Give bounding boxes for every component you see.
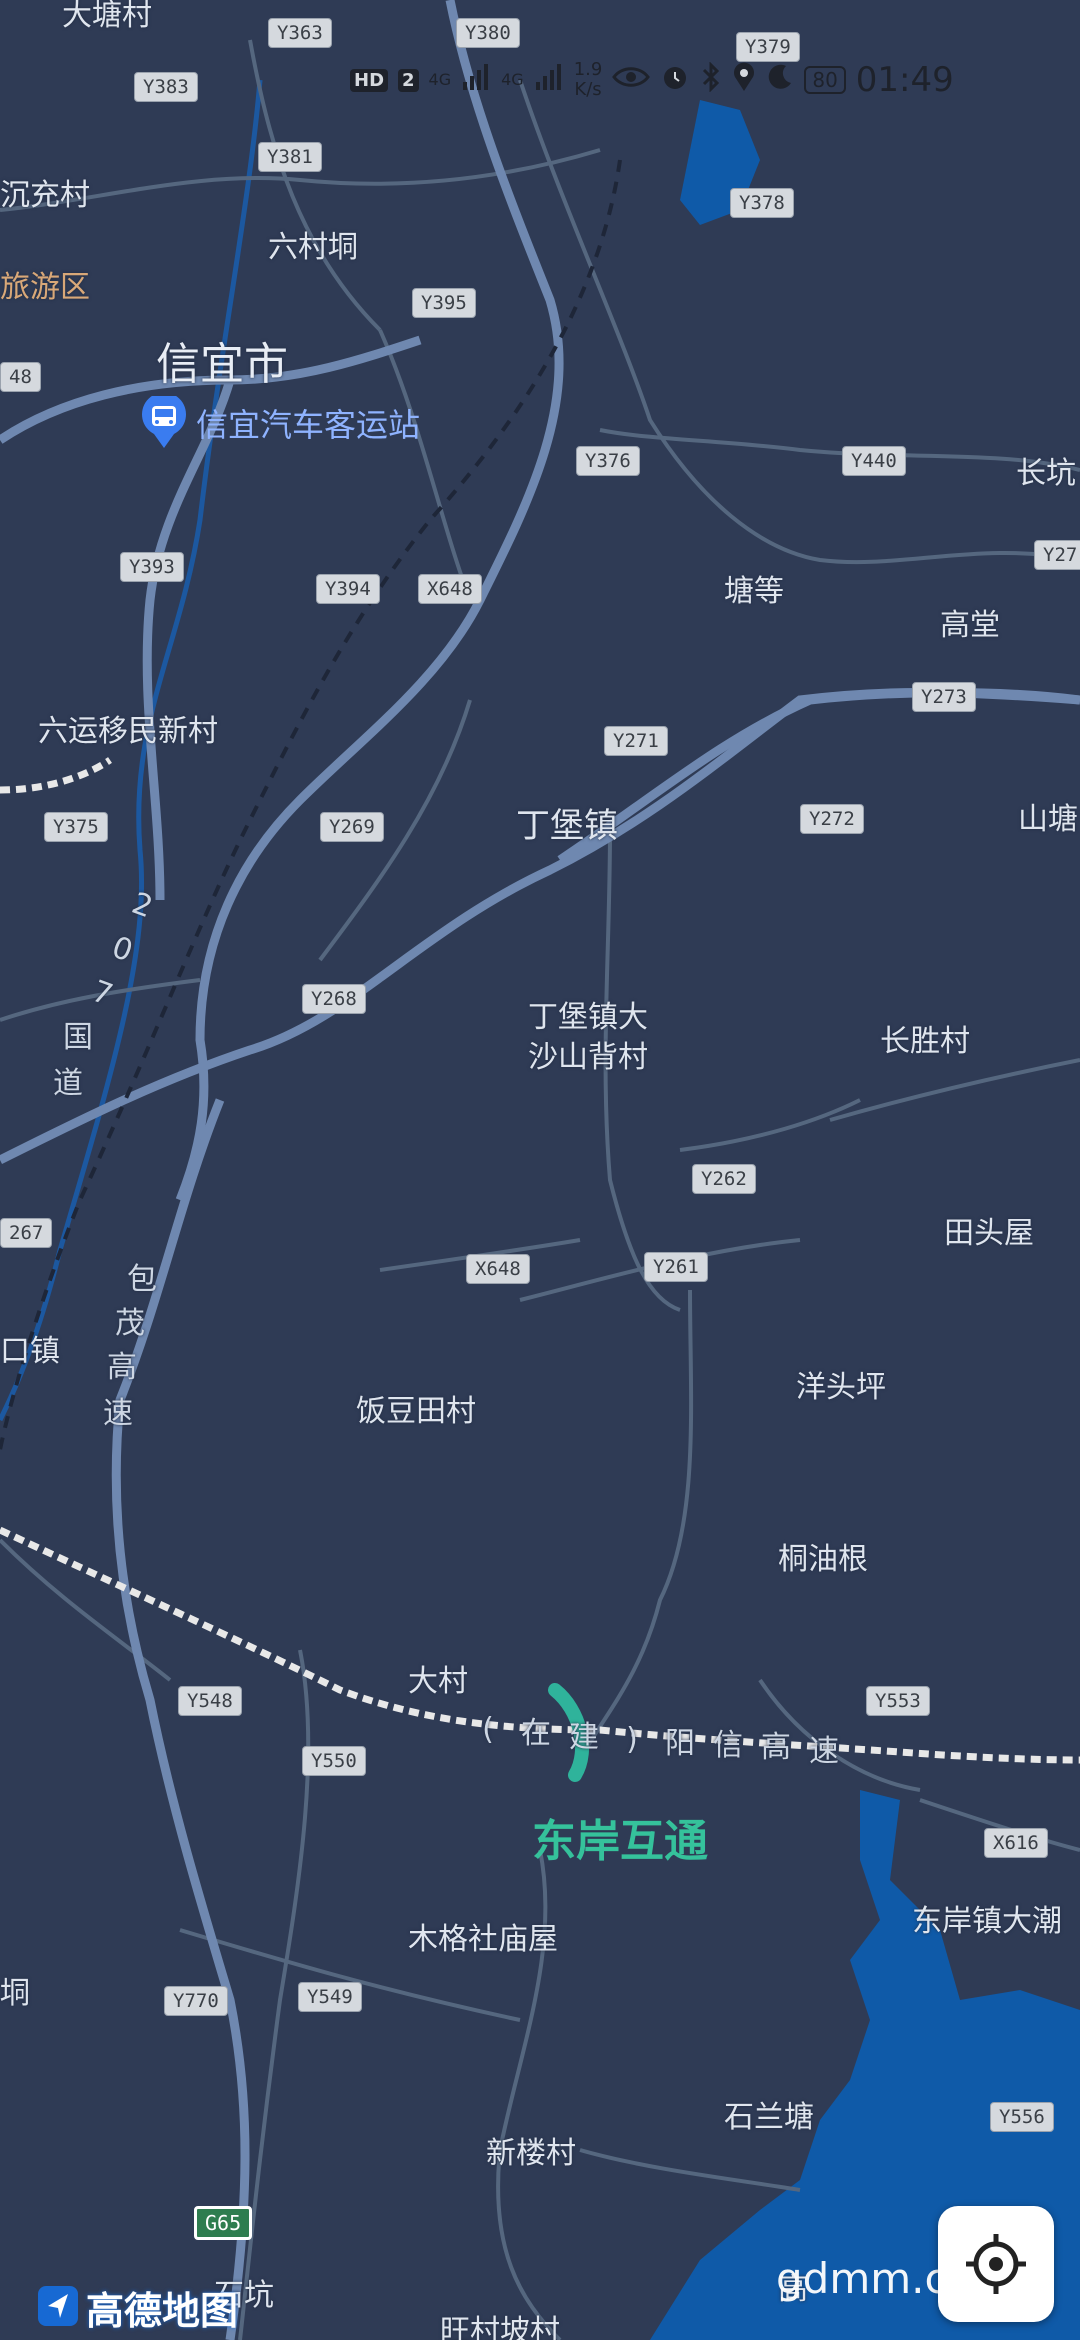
eye-icon [612, 63, 651, 98]
network-4g-2: 4G [501, 70, 524, 89]
place-dingbao[interactable]: 丁堡镇 [516, 798, 618, 847]
road-shield[interactable]: Y269 [320, 812, 384, 842]
speed-unit: K/s [574, 79, 602, 100]
map-canvas[interactable]: 大塘村 沉充村 旅游区 信宜市 六村垌 塘等 高堂 长坑 六运移民新村 丁堡镇 … [0, 0, 1080, 2340]
network-speed: 1.9 K/s [574, 60, 603, 100]
road-shield[interactable]: Y548 [178, 1686, 242, 1716]
place-tongyougen[interactable]: 桐油根 [778, 1534, 868, 1578]
bluetooth-icon [700, 61, 722, 98]
place-changsheng[interactable]: 长胜村 [880, 1016, 970, 1060]
place-liucundong[interactable]: 六村垌 [268, 222, 358, 266]
amap-logo-icon [36, 2284, 80, 2332]
road-shield[interactable]: Y262 [692, 1164, 756, 1194]
hd-number: 2 [398, 68, 419, 92]
highway-label-baomao-char: 速 [103, 1396, 133, 1431]
place-shilantang[interactable]: 石兰塘 [724, 2092, 814, 2136]
road-shield[interactable]: Y261 [644, 1252, 708, 1282]
place-kouzhen[interactable]: 口镇 [0, 1326, 60, 1370]
road-shield[interactable]: Y381 [258, 142, 322, 172]
road-shield[interactable]: Y770 [164, 1986, 228, 2016]
highway-label-207-char: 国 [63, 1020, 93, 1055]
place-dong-left[interactable]: 垌 [0, 1968, 30, 2012]
location-icon [732, 62, 756, 98]
highway-label-baomao-char: 茂 [115, 1306, 145, 1341]
road-shield[interactable]: Y380 [456, 18, 520, 48]
amap-logo[interactable]: 高德地图 [36, 2280, 238, 2335]
road-shield[interactable]: Y394 [316, 574, 380, 604]
amap-logo-text: 高德地图 [86, 2289, 239, 2333]
place-liuyun[interactable]: 六运移民新村 [38, 706, 218, 750]
road-shield[interactable]: Y273 [912, 682, 976, 712]
highway-label-baomao-char: 高 [107, 1350, 137, 1385]
place-shashanbei-line2[interactable]: 沙山背村 [528, 1032, 648, 1076]
road-shield[interactable]: Y268 [302, 984, 366, 1014]
place-chenchong[interactable]: 沉充村 [0, 170, 90, 214]
road-shield[interactable]: Y378 [730, 188, 794, 218]
place-xinyi[interactable]: 信宜市 [156, 328, 288, 392]
network-4g-1: 4G [428, 70, 452, 89]
place-changkeng[interactable]: 长坑 [1016, 448, 1076, 492]
road-shield[interactable]: Y393 [120, 552, 184, 582]
highway-label-baomao-char: 包 [127, 1262, 157, 1297]
road-shield[interactable]: Y395 [412, 288, 476, 318]
place-tangdeng[interactable]: 塘等 [724, 566, 784, 610]
highway-label-yangxin-char: 建 [569, 1720, 599, 1755]
status-bar: HD 2 4G 4G 1.9 K/s 80 01:49 [350, 50, 954, 110]
road-shield[interactable]: 267 [0, 1218, 53, 1248]
place-shashanbei-line1[interactable]: 丁堡镇大 [528, 992, 648, 1036]
road-shield[interactable]: Y376 [576, 446, 640, 476]
road-shield[interactable]: X648 [418, 574, 482, 604]
road-shield[interactable]: Y272 [800, 804, 864, 834]
road-shield[interactable]: Y383 [134, 72, 198, 102]
locate-me-button[interactable] [938, 2206, 1054, 2322]
road-shield[interactable]: X648 [466, 1254, 530, 1284]
highway-label-yangxin-char: 高 [761, 1730, 791, 1765]
alarm-icon [660, 62, 690, 98]
highway-label-yangxin-char: 在 [521, 1716, 551, 1751]
bus-station-icon[interactable] [140, 392, 188, 452]
place-mugeshe[interactable]: 木格社庙屋 [408, 1914, 558, 1958]
signal-bars-icon [461, 62, 491, 98]
place-dacun[interactable]: 大村 [408, 1656, 468, 1700]
road-shield[interactable]: X616 [984, 1828, 1048, 1858]
place-yangtouping[interactable]: 洋头坪 [796, 1362, 886, 1406]
poi-interchange-label[interactable]: 东岸互通 [532, 1805, 708, 1869]
place-fandoutian[interactable]: 饭豆田村 [356, 1386, 476, 1430]
highway-label-yangxin-char: ) [626, 1722, 638, 1757]
road-shield[interactable]: Y363 [268, 18, 332, 48]
road-shield[interactable]: Y271 [604, 726, 668, 756]
place-wangcun[interactable]: 旺村坡村 [440, 2306, 560, 2340]
road-shield[interactable]: 48 [0, 362, 41, 392]
road-shield[interactable]: Y440 [842, 446, 906, 476]
place-tiantouwu[interactable]: 田头屋 [944, 1208, 1034, 1252]
road-shield[interactable]: Y553 [866, 1686, 930, 1716]
place-xinloucun[interactable]: 新楼村 [486, 2128, 576, 2172]
speed-value: 1.9 [573, 59, 603, 80]
place-dongan-town[interactable]: 东岸镇大潮 [912, 1896, 1062, 1940]
clock-time: 01:49 [855, 60, 954, 100]
moon-icon [766, 63, 794, 97]
place-dutang[interactable]: 大塘村 [62, 0, 152, 34]
road-shield[interactable]: Y375 [44, 812, 108, 842]
road-shield[interactable]: Y556 [990, 2102, 1054, 2132]
highway-label-yangxin-char: 速 [809, 1734, 839, 1769]
hd-badge: HD [350, 68, 389, 92]
poi-bus-station-label[interactable]: 信宜汽车客运站 [196, 400, 420, 446]
road-shield[interactable]: Y550 [302, 1746, 366, 1776]
road-shield-g65[interactable]: G65 [194, 2206, 253, 2240]
highway-label-yangxin-char: ( [482, 1712, 494, 1747]
highway-label-yangxin-char: 阳 [665, 1726, 695, 1761]
road-shield[interactable]: Y549 [298, 1982, 362, 2012]
highway-label-yangxin-char: 信 [713, 1728, 743, 1763]
road-shield[interactable]: Y27 [1034, 540, 1080, 570]
place-shantang[interactable]: 山塘 [1018, 794, 1078, 838]
place-gaotang[interactable]: 高堂 [940, 600, 1000, 644]
locate-me-icon [966, 2234, 1026, 2294]
battery-level: 80 [804, 66, 846, 94]
signal-bars-icon [534, 62, 564, 98]
place-lvyouqu[interactable]: 旅游区 [0, 262, 90, 306]
highway-label-207-char: 道 [53, 1066, 83, 1101]
